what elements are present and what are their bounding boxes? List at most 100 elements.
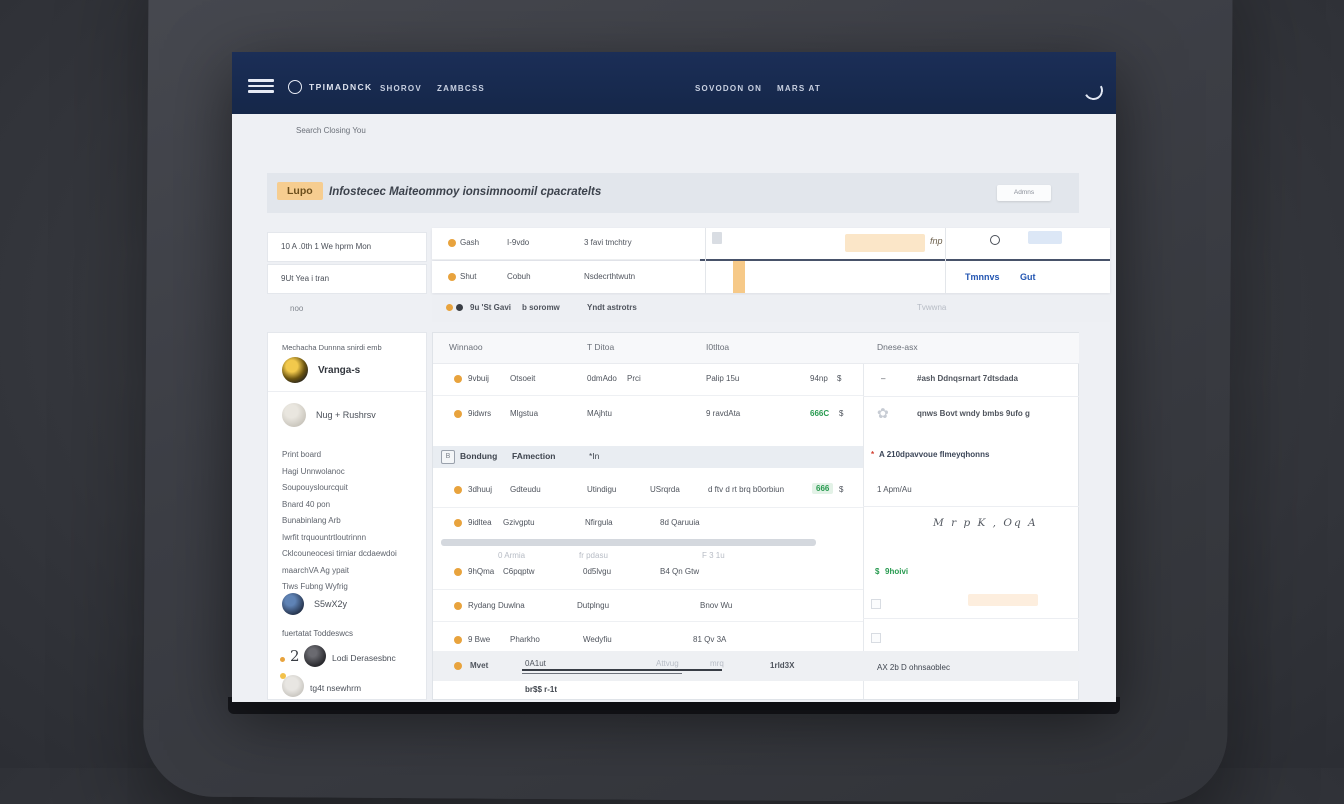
table-cell-faint: 0 Armia [498,551,525,560]
table-cell: Pharkho [510,635,540,644]
person2-name[interactable]: Nug + Rushrsv [316,410,376,420]
avatar-person1[interactable] [282,357,308,383]
column-header: T Ditoa [587,342,614,352]
orange-strip [733,261,745,293]
table-cell: Mvet [470,661,488,670]
table-cell-faint: fr pdasu [579,551,608,560]
sidebar-link[interactable]: Print board [282,447,420,464]
section-title: *In [589,451,599,461]
row-border [433,395,863,396]
divider [705,228,706,293]
table-cell: 8d Qaruuia [660,518,700,527]
nav-item-1[interactable]: SHOROV [380,84,422,93]
highlight-pill [845,234,925,252]
footer-item2-label[interactable]: tg4t nsewhrm [310,683,361,693]
person1-name[interactable]: Vranga-s [318,365,360,376]
circle-icon[interactable] [990,235,1000,245]
table-cell: Prci [627,374,641,383]
underline [522,673,682,674]
table-cell: 9 Bwe [468,635,490,644]
avatar-footer-item1[interactable] [304,645,326,667]
column-header-right: Dnese-asx [877,342,918,352]
table-cell: Palip 15u [706,374,739,383]
table-cell: B4 Qn Gtw [660,567,699,576]
strip-link-1[interactable]: Tmnnvs [965,272,1000,282]
dash: – [881,374,885,383]
orange-dot-icon [446,304,453,311]
strip-cell: I-9vdo [507,238,529,247]
strip-row-1[interactable]: Gash I-9vdo 3 favi tmchtry fnp [432,228,1110,260]
nav-item-right-2[interactable]: MARS AT [777,84,821,93]
table-cell: 81 Qv 3A [693,635,726,644]
strip-gray-row[interactable]: 9u 'St Gavi b soromw Yndt astrotrs Tvwwn… [432,295,1110,322]
orange-dot-icon [280,657,285,662]
sidebar-link[interactable]: maarchVA Ag ypait [282,563,420,580]
orange-dot-icon [454,375,462,383]
section-right-text: A 210dpavvoue flmeyqhonns [879,450,989,459]
sidebar-link[interactable]: Tiws Fubng Wyfrig [282,579,420,596]
strip-row-2[interactable]: Shut Cobuh Nsdecrthtwutn Tmnnvs Gut [432,261,1110,293]
sidebar-link[interactable]: Soupouyslourcquit [282,480,420,497]
loading-spinner-icon [1082,79,1105,102]
footer-item1-label[interactable]: Lodi Derasesbnc [332,653,396,663]
orange-dot-icon [454,602,462,610]
amount-badge: 666 [812,483,833,494]
section-title: FAmection [512,451,555,461]
strip-cell: Yndt astrotrs [587,303,637,312]
sidebar-link[interactable]: Bnard 40 pon [282,497,420,514]
table-cell: Otsoeit [510,374,535,383]
strip-cell: 3 favi tmchtry [584,238,632,247]
page-header: Lupo Infostecec Maiteommoy ionsimnoomil … [267,173,1079,213]
sidebar-top-row-2[interactable]: 9Ut Yea i tran [267,264,427,294]
sidebar-card: Mechacha Dunnna snirdi emb Vranga-s Nug … [267,332,427,700]
sidebar-link[interactable]: Bunabinlang Arb [282,513,420,530]
footer-note: br$$ r-1t [525,685,557,694]
row-a-link[interactable]: #ash Ddnqsrnart 7dtsdada [917,374,1018,383]
row-b-links[interactable]: qnws Bovt wndy bmbs 9ufo g [917,409,1030,418]
checkbox[interactable] [871,599,881,609]
table-cell: USrqrda [650,485,680,494]
table-cell-faint: mrq [710,659,724,668]
avatar-person2[interactable] [282,403,306,427]
logo-icon [288,80,302,94]
strip-cell: Cobuh [507,272,531,281]
strip-link-2[interactable]: Gut [1020,272,1036,282]
orange-dot-icon [448,273,456,281]
brand-name: TPIMADNCK [309,82,373,92]
person3-name[interactable]: S5wX2y [314,599,347,609]
nav-item-2[interactable]: ZAMBCSS [437,84,485,93]
avatar-footer-item2[interactable] [282,675,304,697]
orange-dot-icon [454,662,462,670]
blue-button[interactable] [1028,231,1062,244]
table-cell: Dutplngu [577,601,609,610]
table-cell: 9hQma [468,567,494,576]
header-button[interactable]: Admns [997,185,1051,201]
sidebar-link[interactable]: Cklcouneocesi tirniar dcdaewdoi [282,546,420,563]
table-cell: Gdteudu [510,485,541,494]
sidebar-link[interactable]: Iwrfit trquountrtloutrinnn [282,530,420,547]
orange-dot-icon [454,636,462,644]
sidebar-link[interactable]: Hagi Unnwolanoc [282,464,420,481]
row-border [863,618,1079,619]
dark-dot-icon [456,304,463,311]
orange-dot-icon [454,519,462,527]
column-header: I0tltoa [706,342,729,352]
table-cell: 1rld3X [770,661,794,670]
required-star: * [871,450,874,459]
sketch-icon: ✿ [877,405,889,422]
panel-divider [863,333,864,699]
footer-number: 2 [290,647,300,665]
orange-dot-icon [454,486,462,494]
table-cell: Duwlna [498,601,525,610]
table-cell: 0dmAdo [587,374,617,383]
avatar-person3[interactable] [282,593,304,615]
hamburger-menu-icon[interactable] [248,79,274,93]
brand[interactable]: TPIMADNCK [288,80,373,94]
table-cell: MAjhtu [587,409,612,418]
sidebar-top-row-1[interactable]: 10 A .0th 1 We hprm Mon [267,232,427,262]
row-border [433,507,863,508]
nav-item-right-1[interactable]: SOVODON ON [695,84,762,93]
checkbox[interactable] [871,633,881,643]
row-h-right: AX 2b D ohnsaoblec [877,663,950,672]
underline [522,669,722,671]
